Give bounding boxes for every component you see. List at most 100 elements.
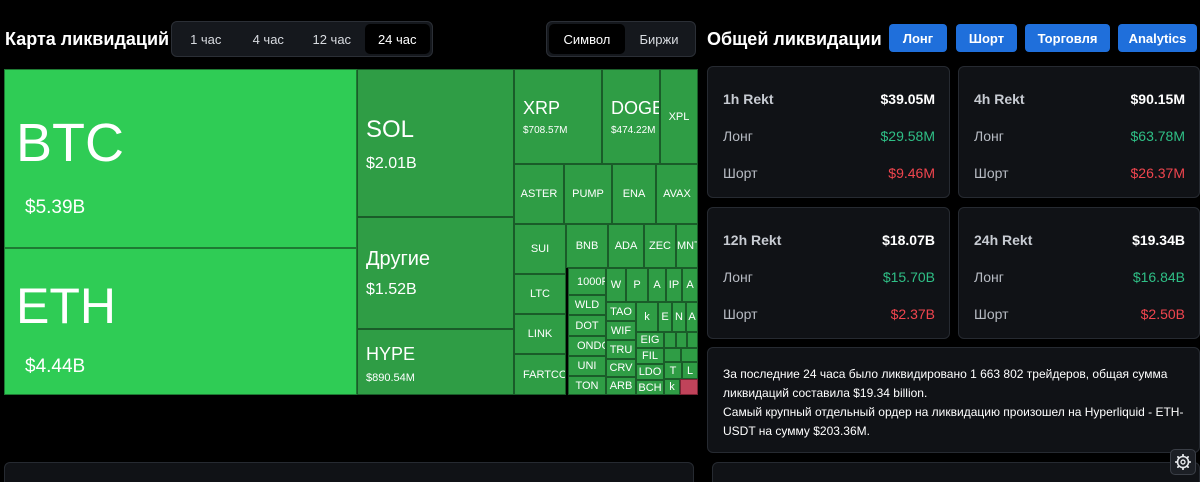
tile-symbol: A	[686, 279, 694, 291]
long-value: $16.84B	[1132, 269, 1185, 285]
tile-hype[interactable]: HYPE $890.54M	[357, 329, 514, 395]
long-value: $15.70B	[882, 269, 935, 285]
tile-avax[interactable]: AVAX	[656, 164, 698, 224]
tile-symbol: UNI	[577, 360, 597, 372]
long-button[interactable]: Лонг	[889, 24, 947, 52]
stat-title: 24h Rekt	[974, 232, 1033, 248]
tile-link[interactable]: LINK	[514, 314, 566, 354]
tile-g2[interactable]	[676, 332, 687, 348]
tile-doge[interactable]: DOGE $474.22M	[602, 69, 660, 164]
short-value: $2.50B	[1140, 306, 1185, 322]
short-button[interactable]: Шорт	[956, 24, 1017, 52]
tile-ton[interactable]: TON	[568, 376, 606, 395]
tile-p[interactable]: P	[626, 268, 648, 302]
tile-tru[interactable]: TRU	[606, 340, 636, 359]
tile-wld[interactable]: WLD	[568, 295, 606, 315]
tile-ondo[interactable]: ONDO	[568, 336, 606, 356]
tile-1000pepe[interactable]: 1000PEPE	[568, 268, 606, 295]
tile-t[interactable]: T	[664, 362, 682, 379]
tile-symbol: T	[669, 364, 677, 377]
tile-tao[interactable]: TAO	[606, 302, 636, 321]
tile-ena[interactable]: ENA	[612, 164, 656, 224]
tile-wif[interactable]: WIF	[606, 321, 636, 340]
tile-ltc[interactable]: LTC	[514, 274, 566, 314]
long-label: Лонг	[974, 269, 1004, 285]
tile-ip[interactable]: IP	[666, 268, 682, 302]
short-label: Шорт	[974, 306, 1009, 322]
short-label: Шорт	[974, 165, 1009, 181]
tile-arb[interactable]: ARB	[606, 377, 636, 395]
stat-total: $90.15M	[1130, 91, 1185, 107]
tile-eth[interactable]: ETH $4.44B	[4, 248, 357, 395]
tile-bnb[interactable]: BNB	[566, 224, 608, 268]
short-value: $26.37M	[1130, 165, 1185, 181]
tile-sol[interactable]: SOL $2.01B	[357, 69, 514, 217]
tile-a3[interactable]: A	[686, 302, 698, 332]
analytics-button[interactable]: Analytics	[1118, 24, 1197, 52]
short-value: $9.46M	[888, 165, 935, 181]
tile-ada[interactable]: ADA	[608, 224, 644, 268]
tile-short-small[interactable]	[680, 379, 698, 395]
tile-ldo[interactable]: LDO	[636, 364, 664, 380]
tile-symbol: ADA	[614, 240, 638, 252]
tile-n[interactable]: N	[672, 302, 686, 332]
total-liquidations-title: Общей ликвидации	[707, 29, 882, 49]
tab-1h[interactable]: 1 час	[174, 24, 238, 54]
tab-symbol[interactable]: Символ	[549, 24, 625, 54]
long-label: Лонг	[723, 128, 753, 144]
tile-symbol: WIF	[610, 324, 632, 337]
tile-symbol: 1000PEPE	[577, 275, 605, 288]
tile-pump[interactable]: PUMP	[564, 164, 612, 224]
stat-card-4h: 4h Rekt $90.15M Лонг $63.78M Шорт $26.37…	[958, 66, 1200, 198]
tile-aster[interactable]: ASTER	[514, 164, 564, 224]
stat-row-total: 12h Rekt $18.07B	[723, 232, 935, 248]
tile-k1[interactable]: k	[636, 302, 658, 332]
tile-w[interactable]: W	[606, 268, 626, 302]
tile-xpl[interactable]: XPL	[660, 69, 698, 164]
tile-btc[interactable]: BTC $5.39B	[4, 69, 357, 248]
long-value: $29.58M	[880, 128, 935, 144]
tile-bch[interactable]: BCH	[636, 380, 664, 395]
tile-value: $708.57M	[523, 125, 568, 136]
tile-other[interactable]: Другие $1.52B	[357, 217, 514, 329]
tile-g1[interactable]	[664, 332, 676, 348]
tile-g4[interactable]	[664, 348, 681, 362]
tile-sui[interactable]: SUI	[514, 224, 566, 274]
stat-card-1h: 1h Rekt $39.05M Лонг $29.58M Шорт $9.46M	[707, 66, 950, 198]
stat-row-total: 4h Rekt $90.15M	[974, 91, 1185, 107]
tile-g5[interactable]	[681, 348, 698, 362]
tile-fil[interactable]: FIL	[636, 348, 664, 364]
tile-zec[interactable]: ZEC	[644, 224, 676, 268]
tile-e[interactable]: E	[658, 302, 672, 332]
tile-a2[interactable]: A	[682, 268, 698, 302]
tile-symbol: FIL	[642, 350, 658, 362]
tile-k2[interactable]: k	[664, 379, 680, 395]
stat-row-long: Лонг $63.78M	[974, 128, 1185, 144]
tile-eig[interactable]: EIG	[636, 332, 664, 348]
tile-symbol: TRU	[609, 343, 633, 356]
tile-fartcoin[interactable]: FARTCOIN	[514, 354, 566, 395]
tile-symbol: PUMP	[572, 188, 604, 200]
tile-symbol: LINK	[527, 328, 553, 340]
tile-xrp[interactable]: XRP $708.57M	[514, 69, 602, 164]
tile-symbol: E	[661, 311, 669, 323]
tab-exchanges[interactable]: Биржи	[625, 24, 693, 54]
stat-row-short: Шорт $2.37B	[723, 306, 935, 322]
tile-symbol: EIG	[640, 334, 660, 346]
tile-uni[interactable]: UNI	[568, 356, 606, 376]
tab-12h[interactable]: 12 час	[299, 24, 364, 54]
tile-g3[interactable]	[687, 332, 698, 348]
tile-symbol: SUI	[530, 243, 550, 255]
tile-a1[interactable]: A	[648, 268, 666, 302]
tile-l[interactable]: L	[682, 362, 698, 379]
settings-button[interactable]	[1170, 449, 1196, 475]
tile-mnt[interactable]: MNT	[676, 224, 698, 268]
tile-dot[interactable]: DOT	[568, 315, 606, 336]
tile-value: $2.01B	[366, 155, 417, 172]
trading-button[interactable]: Торговля	[1025, 24, 1110, 52]
tile-symbol: TON	[575, 379, 599, 392]
tab-24h[interactable]: 24 час	[364, 24, 430, 54]
tile-crv[interactable]: CRV	[606, 359, 636, 377]
tab-4h[interactable]: 4 час	[238, 24, 300, 54]
tile-symbol: k	[669, 381, 675, 393]
